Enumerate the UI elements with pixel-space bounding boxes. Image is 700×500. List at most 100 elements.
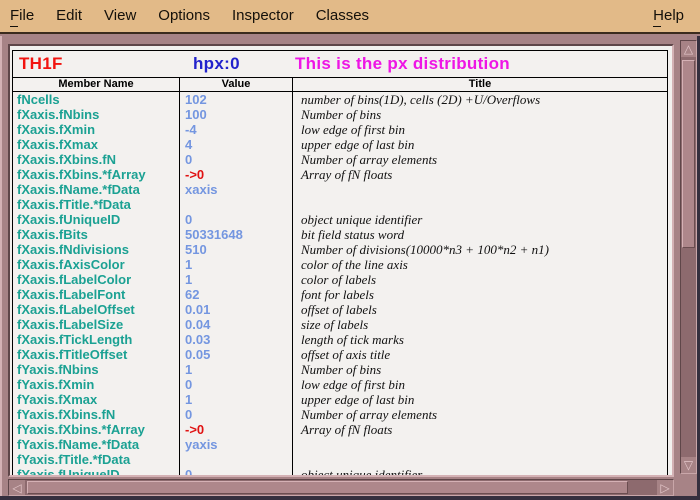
table-row[interactable]: fXaxis.fLabelColor 1 color of labels [13,272,667,287]
title-cell: bit field status word [293,227,667,242]
menu-inspector[interactable]: Inspector [232,0,294,33]
table-row[interactable]: fYaxis.fTitle.*fData [13,452,667,467]
title-cell [293,452,667,467]
value-cell: yaxis [179,437,293,452]
table-row[interactable]: fXaxis.fNdivisions 510 Number of divisio… [13,242,667,257]
table-row[interactable]: fXaxis.fXbins.*fArray ->0 Array of fN fl… [13,167,667,182]
scroll-up-button[interactable]: △ [681,41,696,57]
member-name-cell: fYaxis.fNbins [13,362,179,377]
value-cell: 62 [179,287,293,302]
vertical-scrollbar-thumb[interactable] [682,60,695,248]
menu-classes[interactable]: Classes [316,0,369,33]
title-cell: offset of axis title [293,347,667,362]
inspector-window: File Edit View Options Inspector Classes… [0,0,700,500]
table-row[interactable]: fXaxis.fXmax 4 upper edge of last bin [13,137,667,152]
object-title: This is the px distribution [293,51,667,77]
title-cell: low edge of first bin [293,377,667,392]
table-row[interactable]: fXaxis.fLabelOffset 0.01 offset of label… [13,302,667,317]
table-row[interactable]: fXaxis.fLabelSize 0.04 size of labels [13,317,667,332]
table-row[interactable]: fXaxis.fBits 50331648 bit field status w… [13,227,667,242]
table-row[interactable]: fYaxis.fXbins.*fArray ->0 Array of fN fl… [13,422,667,437]
value-cell: 1 [179,362,293,377]
member-name-cell: fXaxis.fXbins.*fArray [13,167,179,182]
object-name: hpx:0 [179,51,293,77]
title-cell: Array of fN floats [293,167,667,182]
table-row[interactable]: fXaxis.fTitle.*fData [13,197,667,212]
value-cell: 50331648 [179,227,293,242]
table-row[interactable]: fNcells 102 number of bins(1D), cells (2… [13,92,667,107]
title-cell: font for labels [293,287,667,302]
title-cell: Number of divisions(10000*n3 + 100*n2 + … [293,242,667,257]
menu-options[interactable]: Options [158,0,210,33]
column-header-value: Value [179,78,293,91]
triangle-down-icon: ▽ [684,459,693,471]
table-row[interactable]: fYaxis.fNbins 1 Number of bins [13,362,667,377]
title-cell: Number of bins [293,362,667,377]
table-body: fNcells 102 number of bins(1D), cells (2… [13,92,667,477]
title-cell: size of labels [293,317,667,332]
table-row[interactable]: fXaxis.fXbins.fN 0 Number of array eleme… [13,152,667,167]
value-cell: 102 [179,92,293,107]
horizontal-scrollbar-thumb[interactable] [27,481,628,494]
table-row[interactable]: fXaxis.fXmin -4 low edge of first bin [13,122,667,137]
table-row[interactable]: fXaxis.fUniqueID 0 object unique identif… [13,212,667,227]
member-name-cell: fYaxis.fXmax [13,392,179,407]
value-cell: 0 [179,377,293,392]
value-cell: xaxis [179,182,293,197]
title-cell: length of tick marks [293,332,667,347]
title-cell: offset of labels [293,302,667,317]
member-name-cell: fXaxis.fName.*fData [13,182,179,197]
member-name-cell: fYaxis.fXbins.fN [13,407,179,422]
value-cell: 0 [179,407,293,422]
value-cell: ->0 [179,167,293,182]
horizontal-scrollbar[interactable]: ◁ ▷ [8,479,674,496]
value-cell: 0 [179,467,293,477]
triangle-left-icon: ◁ [12,482,21,494]
menu-view[interactable]: View [104,0,136,33]
column-header-title: Title [293,78,667,91]
table-row[interactable]: fXaxis.fTickLength 0.03 length of tick m… [13,332,667,347]
menu-file[interactable]: File [10,0,34,33]
value-cell: 0 [179,212,293,227]
scroll-right-button[interactable]: ▷ [657,480,673,495]
member-name-cell: fXaxis.fLabelColor [13,272,179,287]
title-cell [293,437,667,452]
table-row[interactable]: fXaxis.fAxisColor 1 color of the line ax… [13,257,667,272]
vertical-scrollbar[interactable]: △ ▽ [680,40,697,474]
member-name-cell: fXaxis.fAxisColor [13,257,179,272]
table-row[interactable]: fXaxis.fTitleOffset 0.05 offset of axis … [13,347,667,362]
table-row[interactable]: fYaxis.fUniqueID 0 object unique identif… [13,467,667,477]
class-name: TH1F [13,51,179,77]
title-cell: Number of bins [293,107,667,122]
value-cell: 1 [179,392,293,407]
table-row[interactable]: fYaxis.fXmin 0 low edge of first bin [13,377,667,392]
menu-help[interactable]: Help [653,0,684,33]
scroll-left-button[interactable]: ◁ [9,480,25,495]
object-header-band: TH1F hpx:0 This is the px distribution [13,51,667,78]
table-header-row: Member Name Value Title [13,78,667,92]
table-row[interactable]: fXaxis.fNbins 100 Number of bins [13,107,667,122]
title-cell: object unique identifier [293,467,667,477]
table-row[interactable]: fYaxis.fName.*fData yaxis [13,437,667,452]
member-name-cell: fXaxis.fTitleOffset [13,347,179,362]
value-cell: 0.03 [179,332,293,347]
member-name-cell: fXaxis.fBits [13,227,179,242]
menubar: File Edit View Options Inspector Classes… [0,0,700,34]
title-cell: color of labels [293,272,667,287]
menu-edit[interactable]: Edit [56,0,82,33]
value-cell: 1 [179,257,293,272]
scroll-down-button[interactable]: ▽ [681,457,696,473]
member-name-cell: fXaxis.fLabelSize [13,317,179,332]
column-header-member-name: Member Name [13,78,179,91]
table-row[interactable]: fYaxis.fXbins.fN 0 Number of array eleme… [13,407,667,422]
member-name-cell: fYaxis.fName.*fData [13,437,179,452]
member-name-cell: fYaxis.fXmin [13,377,179,392]
table-row[interactable]: fYaxis.fXmax 1 upper edge of last bin [13,392,667,407]
value-cell: -4 [179,122,293,137]
table-row[interactable]: fXaxis.fName.*fData xaxis [13,182,667,197]
member-name-cell: fXaxis.fTitle.*fData [13,197,179,212]
value-cell: 0.01 [179,302,293,317]
table-row[interactable]: fXaxis.fLabelFont 62 font for labels [13,287,667,302]
value-cell [179,452,293,467]
member-name-cell: fYaxis.fUniqueID [13,467,179,477]
